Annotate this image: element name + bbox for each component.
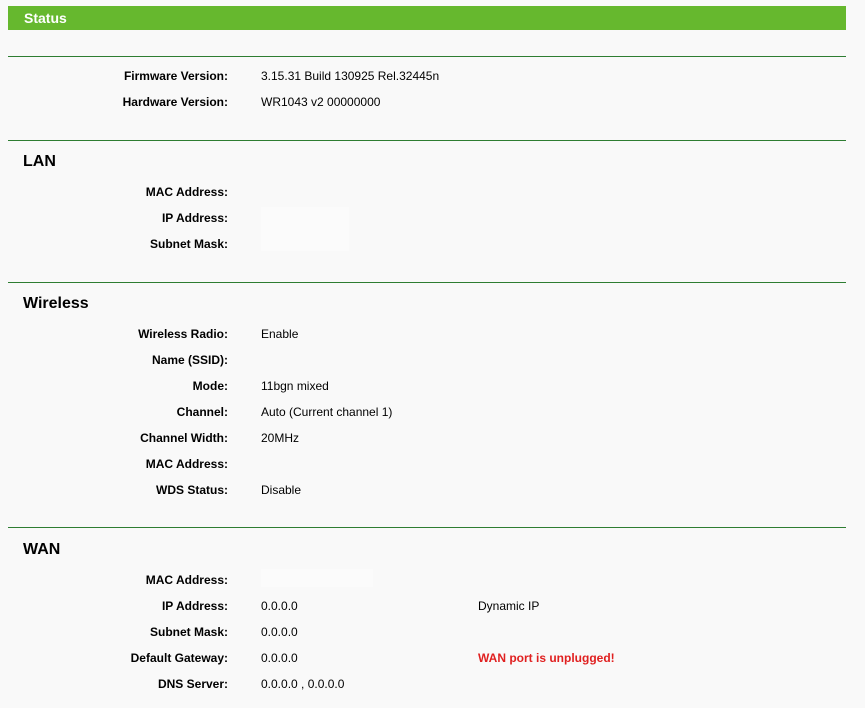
channel-width-label: Channel Width: bbox=[140, 431, 228, 445]
wan-connection-type: Dynamic IP bbox=[478, 599, 540, 613]
wds-status-value: Disable bbox=[261, 483, 302, 497]
page-title: Status bbox=[24, 10, 67, 26]
wan-ip-address-label: IP Address: bbox=[161, 599, 228, 613]
lan-section-title: LAN bbox=[23, 153, 56, 170]
hardware-version-label: Hardware Version: bbox=[122, 95, 228, 109]
status-header-bar: Status bbox=[8, 6, 846, 30]
lan-mac-address-label: MAC Address: bbox=[145, 185, 228, 199]
firmware-version-value: 3.15.31 Build 130925 Rel.32445n bbox=[261, 69, 440, 83]
mode-value: 11bgn mixed bbox=[261, 379, 329, 393]
dns-server-value: 0.0.0.0 , 0.0.0.0 bbox=[261, 677, 345, 691]
wan-ip-address-value: 0.0.0.0 bbox=[261, 599, 298, 613]
firmware-version-label: Firmware Version: bbox=[123, 69, 228, 83]
wds-status-label: WDS Status: bbox=[156, 483, 228, 497]
lan-subnet-mask-label: Subnet Mask: bbox=[149, 237, 228, 251]
wireless-section-title: Wireless bbox=[23, 295, 89, 312]
default-gateway-label: Default Gateway: bbox=[130, 651, 228, 665]
divider bbox=[8, 140, 846, 141]
redacted-area bbox=[261, 569, 373, 587]
divider bbox=[8, 56, 846, 57]
wireless-radio-value: Enable bbox=[261, 327, 299, 341]
wan-section-title: WAN bbox=[23, 541, 61, 558]
wireless-mac-address-label: MAC Address: bbox=[145, 457, 228, 471]
ssid-label: Name (SSID): bbox=[151, 353, 228, 367]
hardware-version-value: WR1043 v2 00000000 bbox=[261, 95, 381, 109]
default-gateway-value: 0.0.0.0 bbox=[261, 651, 298, 665]
channel-value: Auto (Current channel 1) bbox=[261, 405, 393, 419]
wireless-radio-label: Wireless Radio: bbox=[138, 327, 228, 341]
mode-label: Mode: bbox=[192, 379, 228, 393]
redacted-area bbox=[261, 207, 349, 251]
lan-ip-address-label: IP Address: bbox=[161, 211, 228, 225]
channel-label: Channel: bbox=[176, 405, 228, 419]
divider bbox=[8, 527, 846, 528]
wan-unplugged-warning: WAN port is unplugged! bbox=[478, 651, 615, 665]
wan-subnet-mask-value: 0.0.0.0 bbox=[261, 625, 298, 639]
channel-width-value: 20MHz bbox=[261, 431, 300, 445]
divider bbox=[8, 282, 846, 283]
dns-server-label: DNS Server: bbox=[157, 677, 228, 691]
wan-subnet-mask-label: Subnet Mask: bbox=[149, 625, 228, 639]
wan-mac-address-label: MAC Address: bbox=[145, 573, 228, 587]
